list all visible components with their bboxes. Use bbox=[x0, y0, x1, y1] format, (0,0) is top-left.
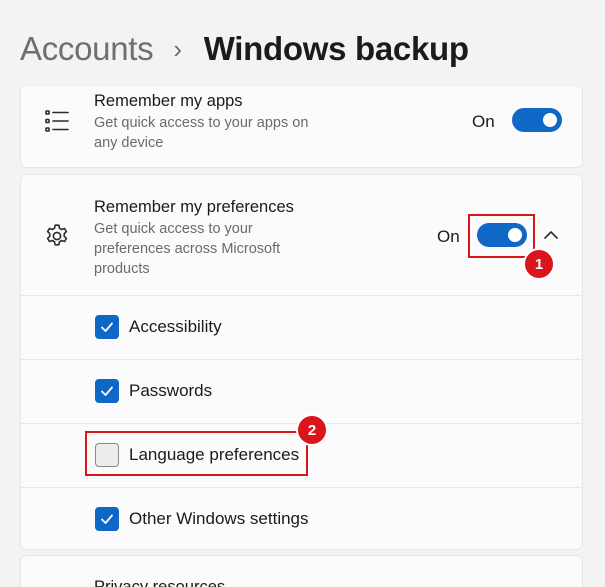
privacy-resources-card[interactable]: Privacy resources bbox=[20, 555, 583, 587]
other-windows-settings-label: Other Windows settings bbox=[129, 509, 309, 528]
remember-apps-toggle[interactable] bbox=[512, 108, 562, 132]
step-marker-2: 2 bbox=[296, 414, 328, 446]
checkmark-icon bbox=[101, 514, 113, 524]
breadcrumb-accounts-link[interactable]: Accounts bbox=[20, 30, 154, 68]
option-accessibility[interactable]: Accessibility bbox=[21, 295, 582, 359]
gear-icon bbox=[46, 224, 68, 246]
accessibility-label: Accessibility bbox=[129, 317, 222, 336]
remember-preferences-state: On bbox=[437, 227, 460, 246]
breadcrumb-separator: › bbox=[173, 33, 182, 64]
step-marker-1: 1 bbox=[523, 248, 555, 280]
page-title: Windows backup bbox=[203, 30, 469, 67]
breadcrumb: Accounts › Windows backup bbox=[20, 30, 469, 68]
option-passwords[interactable]: Passwords bbox=[21, 359, 582, 423]
list-icon bbox=[45, 110, 69, 132]
remember-apps-title: Remember my apps bbox=[94, 92, 243, 110]
other-windows-settings-checkbox[interactable] bbox=[95, 507, 119, 531]
language-preferences-label: Language preferences bbox=[129, 445, 300, 464]
chevron-up-icon[interactable] bbox=[541, 225, 561, 245]
accessibility-checkbox[interactable] bbox=[95, 315, 119, 339]
checkmark-icon bbox=[101, 386, 113, 396]
toggle-knob bbox=[543, 113, 557, 127]
passwords-label: Passwords bbox=[129, 381, 213, 400]
passwords-checkbox[interactable] bbox=[95, 379, 119, 403]
language-preferences-checkbox[interactable] bbox=[95, 443, 119, 467]
remember-preferences-description: Get quick access to your preferences acr… bbox=[94, 221, 281, 277]
remember-apps-description: Get quick access to your apps on any dev… bbox=[94, 115, 309, 151]
toggle-knob bbox=[508, 228, 522, 242]
remember-preferences-toggle[interactable] bbox=[477, 223, 527, 247]
remember-apps-state: On bbox=[472, 112, 495, 131]
checkmark-icon bbox=[101, 322, 113, 332]
privacy-resources-title: Privacy resources bbox=[94, 578, 226, 587]
remember-apps-card: Remember my apps Get quick access to you… bbox=[20, 87, 583, 168]
remember-preferences-card: Remember my preferences Get quick access… bbox=[20, 174, 583, 550]
remember-preferences-title: Remember my preferences bbox=[94, 198, 294, 216]
option-other-windows-settings[interactable]: Other Windows settings bbox=[21, 487, 582, 551]
